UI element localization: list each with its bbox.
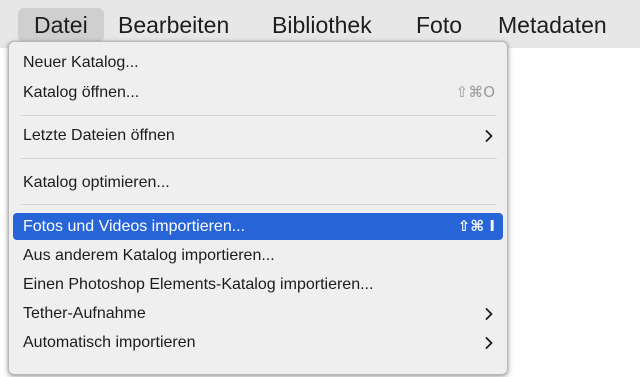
background-area	[508, 48, 640, 377]
chevron-right-icon	[485, 130, 493, 142]
chevron-right-icon	[485, 308, 493, 320]
menu-item-letzte-dateien[interactable]: Letzte Dateien öffnen	[13, 122, 503, 149]
menu-item-label: Katalog optimieren...	[23, 174, 170, 191]
menu-item-label: Aus anderem Katalog importieren...	[23, 247, 275, 264]
shortcut-label: ⇧⌘O	[455, 83, 495, 101]
menu-item-automatisch-importieren[interactable]: Automatisch importieren	[13, 329, 503, 356]
datei-dropdown-menu: Neuer Katalog... Katalog öffnen... ⇧⌘O L…	[8, 41, 508, 375]
chevron-right-icon	[485, 337, 493, 349]
menu-item-label: Einen Photoshop Elements-Katalog importi…	[23, 276, 374, 293]
menubar-item-bearbeiten[interactable]: Bearbeiten	[102, 8, 245, 42]
menu-separator	[21, 115, 497, 116]
menu-item-katalog-optimieren[interactable]: Katalog optimieren...	[13, 169, 503, 196]
menu-item-neuer-katalog[interactable]: Neuer Katalog...	[13, 49, 503, 76]
menu-item-katalog-oeffnen[interactable]: Katalog öffnen... ⇧⌘O	[13, 79, 503, 106]
menu-item-photoshop-elements-katalog[interactable]: Einen Photoshop Elements-Katalog importi…	[13, 271, 503, 298]
menu-item-label: Letzte Dateien öffnen	[23, 127, 175, 144]
menubar-item-datei[interactable]: Datei	[18, 8, 104, 42]
menu-separator	[21, 158, 497, 159]
menu-item-aus-anderem-katalog[interactable]: Aus anderem Katalog importieren...	[13, 242, 503, 269]
menu-item-label: Automatisch importieren	[23, 334, 196, 351]
menubar-item-metadaten[interactable]: Metadaten	[482, 8, 623, 42]
menu-separator	[21, 204, 497, 205]
menubar-item-bibliothek[interactable]: Bibliothek	[256, 8, 388, 42]
menu-item-label: Katalog öffnen...	[23, 84, 140, 101]
shortcut-label: ⇧⌘ I	[457, 217, 495, 235]
menu-item-label: Fotos und Videos importieren...	[23, 218, 246, 235]
menubar-item-foto[interactable]: Foto	[400, 8, 478, 42]
menu-item-label: Neuer Katalog...	[23, 54, 139, 71]
menu-item-fotos-importieren[interactable]: Fotos und Videos importieren... ⇧⌘ I	[13, 213, 503, 240]
menu-item-label: Tether-Aufnahme	[23, 305, 146, 322]
menu-item-tether-aufnahme[interactable]: Tether-Aufnahme	[13, 300, 503, 327]
